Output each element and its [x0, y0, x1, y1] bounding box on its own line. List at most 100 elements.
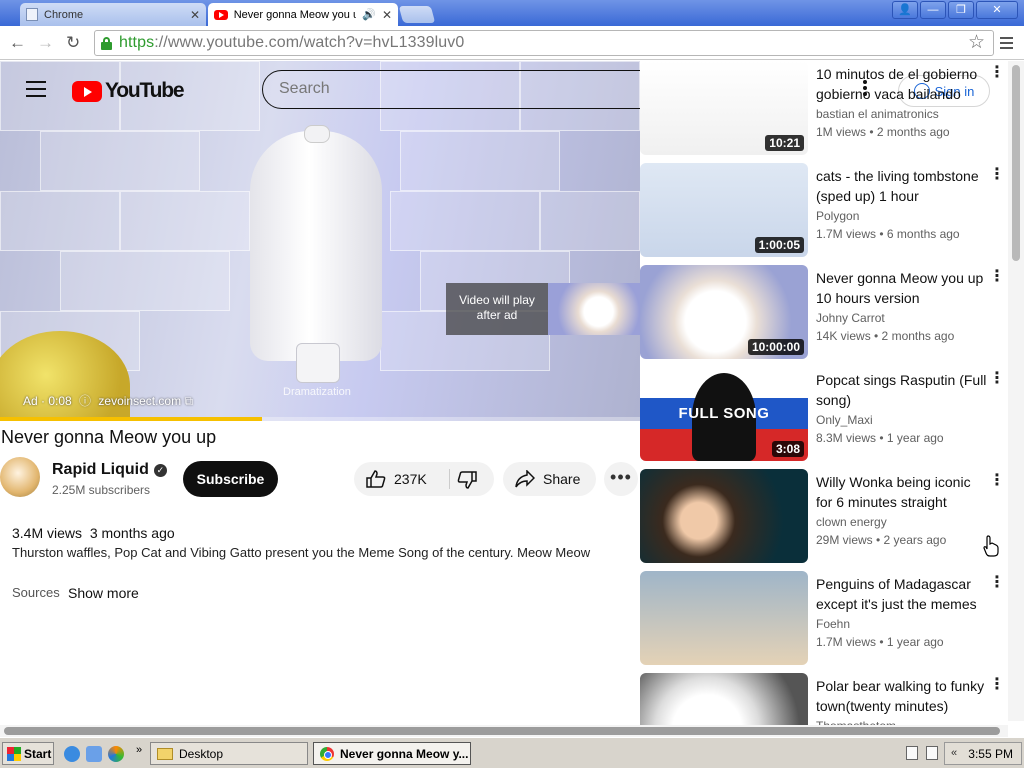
tray-icons — [906, 746, 938, 760]
kebab-menu-icon[interactable]: ⋮ — [989, 65, 1005, 81]
more-quicklaunch-icon[interactable]: » — [136, 744, 142, 756]
speaker-icon[interactable]: 🔊 — [362, 8, 376, 21]
thumbs-up-icon[interactable] — [366, 470, 386, 488]
horizontal-scrollbar[interactable] — [0, 725, 1008, 737]
recommendation-channel[interactable]: bastian el animatronics — [816, 107, 939, 121]
recommendation-item[interactable]: FULL SONG 3:08 Popcat sings Rasputin (Full… — [640, 367, 1010, 461]
recommendation-item[interactable]: Penguins of Madagascar except it's just … — [640, 571, 1010, 665]
search-input[interactable]: Search — [262, 70, 640, 109]
recommendation-item[interactable]: 10:00:00 Never gonna Meow you up 10 hours… — [640, 265, 1010, 359]
clock: 3:55 PM — [968, 746, 1013, 761]
thumbnail-text: FULL SONG — [678, 405, 770, 422]
user-icon[interactable]: 👤 — [892, 1, 918, 19]
forward-arrow-icon[interactable]: → — [37, 33, 54, 53]
start-button[interactable]: Start — [2, 742, 54, 765]
recommendation-thumbnail[interactable]: 10:21 — [640, 61, 808, 155]
recommendation-title[interactable]: 10 minutos de el gobierno gobierno vaca … — [816, 64, 988, 104]
recommendation-title[interactable]: cats - the living tombstone (sped up) 1 … — [816, 166, 988, 206]
kebab-menu-icon[interactable]: ⋮ — [989, 371, 1005, 387]
vertical-scrollbar[interactable] — [1008, 61, 1024, 721]
subscriber-count: 2.25M subscribers — [52, 483, 151, 497]
zevo-device-image — [250, 125, 382, 361]
tab-close-icon[interactable]: ✕ — [190, 8, 200, 22]
tray-expand-icon[interactable]: « — [951, 747, 957, 759]
recommendation-channel[interactable]: clown energy — [816, 515, 887, 529]
taskbar-chrome-window[interactable]: Never gonna Meow y... — [313, 742, 471, 765]
duration-badge: 10:21 — [765, 135, 804, 151]
channel-name[interactable]: Rapid Liquid ✓ — [52, 461, 167, 479]
system-tray: « 3:55 PM — [944, 742, 1022, 765]
media-player-icon[interactable] — [108, 746, 124, 762]
recommendation-title[interactable]: Willy Wonka being iconic for 6 minutes s… — [816, 472, 988, 512]
recommendation-meta: 1M views • 2 months ago — [816, 125, 950, 139]
hand-cursor-icon — [983, 535, 999, 557]
tab-close-icon[interactable]: ✕ — [382, 8, 392, 22]
minimize-button[interactable]: — — [920, 1, 946, 19]
restore-button[interactable]: ❐ — [948, 1, 974, 19]
like-dislike-group: 237K — [354, 462, 494, 496]
recommendation-title[interactable]: Penguins of Madagascar except it's just … — [816, 574, 988, 614]
new-tab-button[interactable] — [398, 6, 436, 23]
more-actions-button[interactable]: ••• — [604, 462, 638, 496]
verified-check-icon: ✓ — [153, 464, 167, 477]
dramatization-label: Dramatization — [283, 386, 351, 398]
description-sources: Sources — [12, 585, 60, 600]
page-icon — [26, 8, 38, 21]
youtube-logo[interactable]: YouTube — [72, 79, 185, 103]
kebab-menu-icon[interactable]: ⋮ — [989, 167, 1005, 183]
kebab-menu-icon[interactable]: ⋮ — [989, 473, 1005, 489]
external-link-icon: ⧉ — [184, 394, 194, 408]
recommendation-channel[interactable]: Polygon — [816, 209, 859, 223]
recommendation-channel[interactable]: Johny Carrot — [816, 311, 885, 325]
close-button[interactable]: ✕ — [976, 1, 1018, 19]
recommendation-channel[interactable]: Only_Maxi — [816, 413, 873, 427]
menu-icon[interactable] — [1000, 37, 1013, 52]
ad-progress-bar[interactable] — [0, 417, 640, 421]
recommendation-thumbnail[interactable]: 10:00:00 — [640, 265, 808, 359]
kebab-menu-icon[interactable]: ⋮ — [989, 269, 1005, 285]
thumbs-down-icon[interactable] — [457, 471, 477, 489]
subscribe-button[interactable]: Subscribe — [183, 461, 278, 497]
recommendation-title[interactable]: Popcat sings Rasputin (Full song) — [816, 370, 988, 410]
recommendation-item[interactable]: 1:00:05 cats - the living tombstone (sped… — [640, 163, 1010, 257]
address-bar[interactable]: https://www.youtube.com/watch?v=hvL1339l… — [94, 30, 994, 56]
recommendation-thumbnail[interactable] — [640, 469, 808, 563]
video-title: Never gonna Meow you up — [1, 427, 217, 447]
ad-info[interactable]: Ad · 0:08 ⓘ zevoinsect.com ⧉ — [23, 392, 193, 409]
video-player[interactable]: Dramatization Ad · 0:08 ⓘ zevoinsect.com… — [0, 61, 640, 421]
recommendation-thumbnail[interactable]: 1:00:05 — [640, 163, 808, 257]
taskbar-desktop[interactable]: Desktop — [150, 742, 308, 765]
like-count[interactable]: 237K — [394, 471, 427, 487]
back-arrow-icon[interactable]: ← — [9, 33, 26, 53]
browser-titlebar: Chrome ✕ Never gonna Meow you u 🔊 ✕ 👤 — … — [0, 0, 1024, 26]
channel-avatar[interactable] — [0, 457, 40, 497]
reload-icon[interactable]: ↻ — [66, 33, 80, 53]
ad-preview-text[interactable]: Video will play after ad — [446, 283, 548, 335]
guide-menu-icon[interactable] — [26, 81, 46, 102]
kebab-menu-icon[interactable]: ⋮ — [989, 677, 1005, 693]
tab-youtube[interactable]: Never gonna Meow you u 🔊 ✕ — [208, 3, 398, 26]
ie-icon[interactable] — [64, 746, 80, 762]
duration-badge: 1:00:05 — [754, 237, 804, 253]
network-icon[interactable] — [926, 746, 938, 760]
show-more-button[interactable]: Show more — [68, 585, 139, 601]
bookmark-star-icon[interactable]: ☆ — [968, 31, 985, 54]
lock-icon — [101, 37, 112, 50]
recommendation-channel[interactable]: Foehn — [816, 617, 850, 631]
recommendation-title[interactable]: Never gonna Meow you up 10 hours version — [816, 268, 988, 308]
help-icon[interactable] — [906, 746, 918, 760]
recommendation-thumbnail[interactable] — [640, 571, 808, 665]
chrome-icon — [320, 746, 334, 761]
recommendation-title[interactable]: Polar bear walking to funky town(twenty … — [816, 676, 988, 716]
next-video-preview[interactable] — [548, 283, 640, 335]
tab-label: Never gonna Meow you u — [233, 8, 357, 21]
recommendation-item[interactable]: 10:21 10 minutos de el gobierno gobierno … — [640, 61, 1010, 155]
tab-chrome[interactable]: Chrome ✕ — [20, 3, 206, 26]
recommendation-thumbnail[interactable]: FULL SONG 3:08 — [640, 367, 808, 461]
share-button[interactable]: Share — [503, 462, 596, 496]
window-controls: 👤 — ❐ ✕ — [892, 1, 1018, 19]
desktop-icon[interactable] — [86, 746, 102, 762]
recommendation-meta: 1.7M views • 6 months ago — [816, 227, 960, 241]
recommendation-item[interactable]: Willy Wonka being iconic for 6 minutes s… — [640, 469, 1010, 563]
kebab-menu-icon[interactable]: ⋮ — [989, 575, 1005, 591]
